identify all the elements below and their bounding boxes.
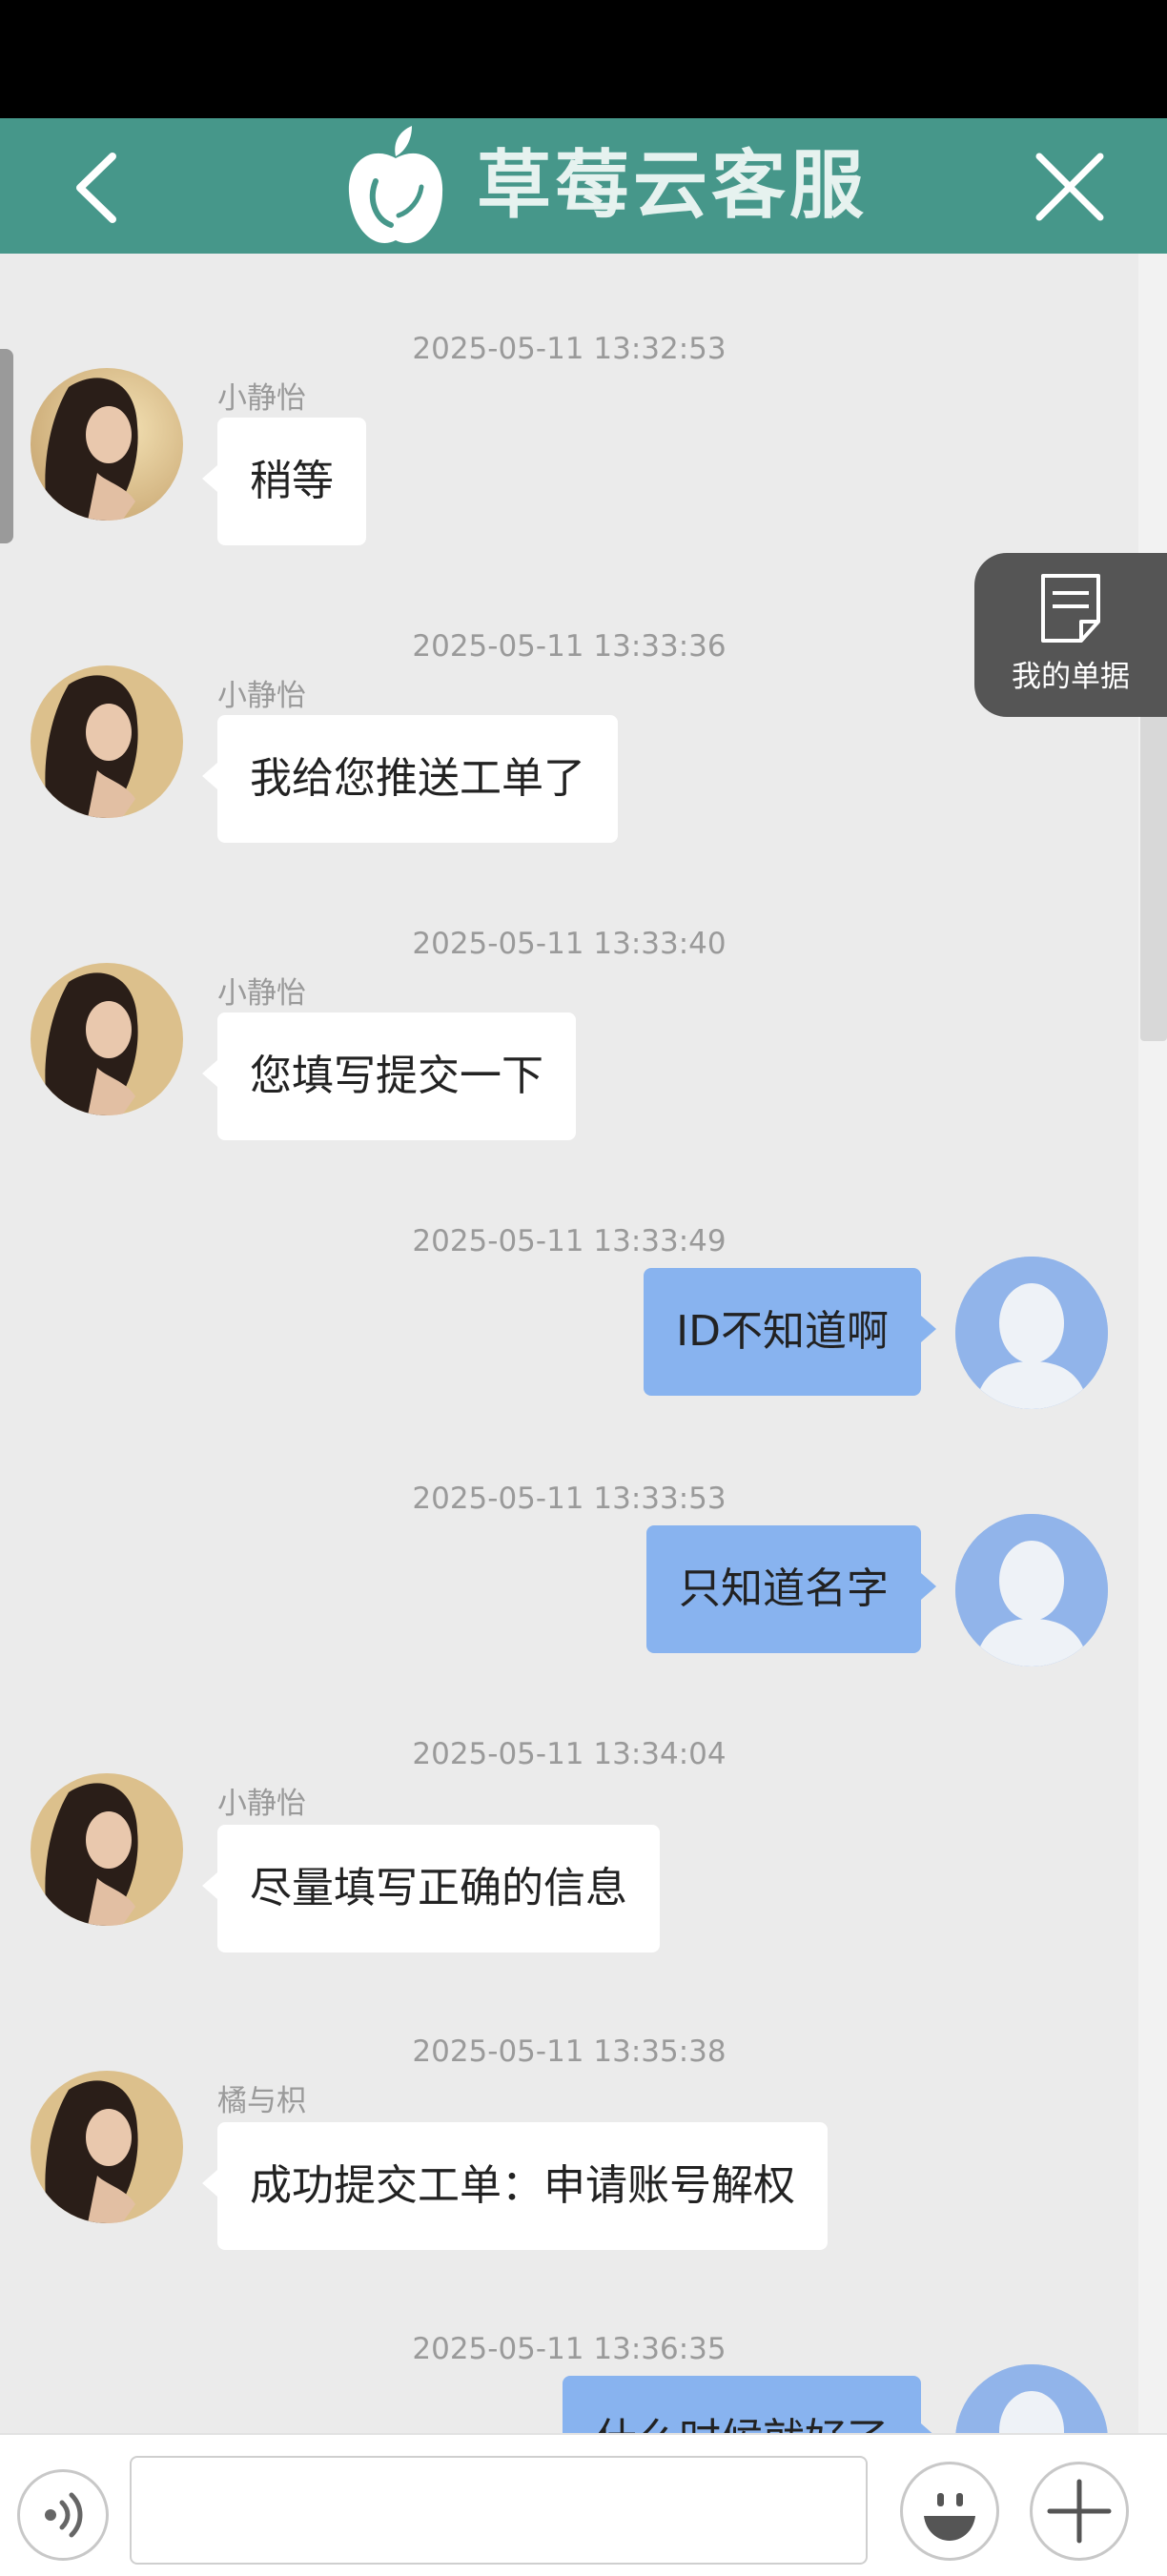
- emoji-button[interactable]: [900, 2462, 999, 2561]
- message-input[interactable]: [130, 2456, 868, 2565]
- message-timestamp: 2025-05-11 13:33:40: [412, 927, 727, 961]
- page-title: 草莓云客服: [477, 143, 869, 229]
- message-bubble-agent[interactable]: 稍等: [202, 418, 366, 545]
- close-button[interactable]: [1026, 143, 1114, 231]
- sender-name: 小静怡: [217, 679, 306, 713]
- user-avatar[interactable]: [955, 1514, 1108, 1666]
- message-timestamp: 2025-05-11 13:33:53: [412, 1482, 727, 1516]
- agent-avatar[interactable]: [31, 963, 183, 1115]
- agent-avatar[interactable]: [31, 1773, 183, 1926]
- plus-icon: [1047, 2479, 1112, 2544]
- chevron-left-icon: [76, 153, 116, 223]
- sender-name: 小静怡: [217, 381, 306, 416]
- my-documents-label: 我的单据: [1012, 660, 1130, 694]
- agent-avatar[interactable]: [31, 2071, 183, 2223]
- user-avatar[interactable]: [955, 1257, 1108, 1409]
- agent-avatar[interactable]: [31, 665, 183, 818]
- agent-avatar[interactable]: [31, 368, 183, 521]
- message-timestamp: 2025-05-11 13:35:38: [412, 2034, 727, 2069]
- message-bubble-agent[interactable]: 我给您推送工单了: [202, 715, 618, 843]
- voice-icon: [45, 2492, 83, 2538]
- my-documents-button[interactable]: 我的单据: [974, 553, 1167, 717]
- message-bubble-user[interactable]: 什么时候就好了: [563, 2376, 936, 2433]
- document-icon: [1041, 574, 1100, 643]
- header-bar: 草莓云客服: [0, 118, 1167, 254]
- close-icon: [1035, 153, 1104, 221]
- message-bubble-user[interactable]: 只知道名字: [646, 1525, 936, 1653]
- plus-button[interactable]: [1030, 2462, 1129, 2561]
- message-bubble-agent[interactable]: 成功提交工单：申请账号解权: [202, 2122, 828, 2250]
- message-timestamp: 2025-05-11 13:34:04: [412, 1737, 727, 1771]
- chat-message-list[interactable]: 2025-05-11 13:32:53 小静怡 稍等 2025-05-11 13…: [0, 254, 1138, 2433]
- message-timestamp: 2025-05-11 13:36:35: [412, 2332, 727, 2366]
- user-avatar[interactable]: [955, 2364, 1108, 2433]
- message-timestamp: 2025-05-11 13:33:49: [412, 1224, 727, 1258]
- message-timestamp: 2025-05-11 13:33:36: [412, 629, 727, 664]
- message-timestamp: 2025-05-11 13:32:53: [412, 332, 727, 366]
- sender-name: 小静怡: [217, 976, 306, 1011]
- back-button[interactable]: [57, 145, 143, 231]
- message-bubble-user[interactable]: ID不知道啊: [644, 1268, 936, 1396]
- emoji-icon: [924, 2493, 975, 2541]
- voice-button[interactable]: [17, 2469, 109, 2561]
- input-bar: [0, 2433, 1167, 2576]
- sender-name: 橘与枳: [217, 2084, 306, 2118]
- apple-logo-icon: [343, 124, 448, 254]
- sender-name: 小静怡: [217, 1787, 306, 1821]
- message-bubble-agent[interactable]: 您填写提交一下: [202, 1012, 576, 1140]
- message-bubble-agent[interactable]: 尽量填写正确的信息: [202, 1825, 660, 1952]
- status-bar: [0, 0, 1167, 118]
